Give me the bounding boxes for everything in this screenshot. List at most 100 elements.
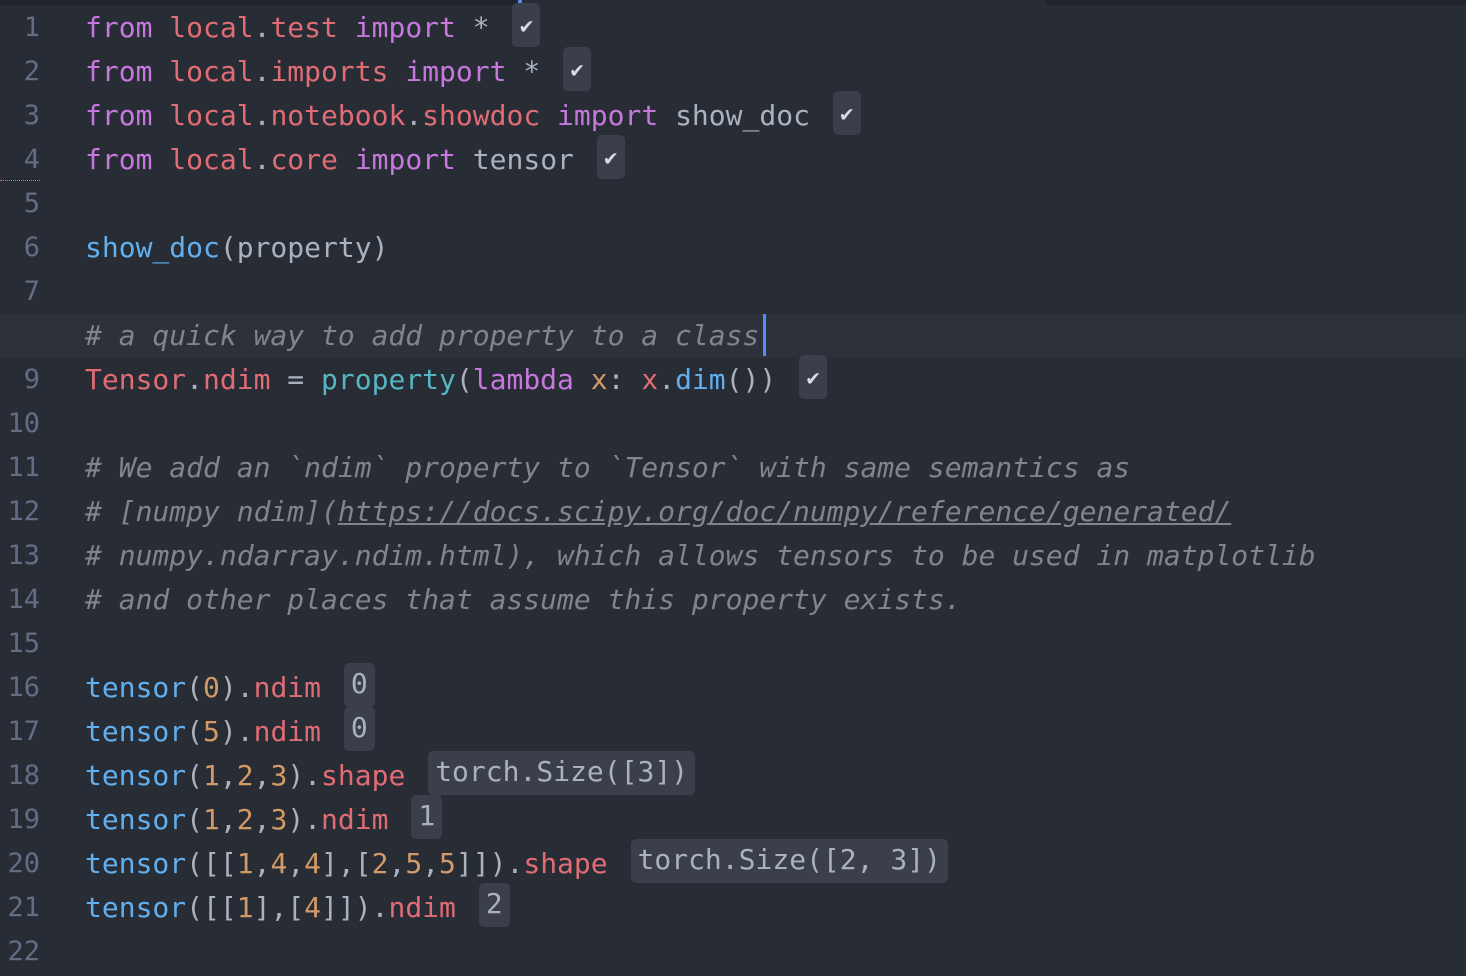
code-line-7[interactable] — [85, 270, 1466, 314]
code-line-22[interactable] — [85, 930, 1466, 974]
paren: ( — [186, 759, 204, 792]
line-number[interactable]: 20 — [0, 842, 62, 886]
line-number[interactable]: 18 — [0, 754, 62, 798]
dot: . — [658, 363, 676, 396]
code-line-3[interactable]: from local.notebook.showdoc import show_… — [85, 91, 1466, 138]
line-number[interactable]: 13 — [0, 534, 62, 578]
comment-link[interactable]: https://docs.scipy.org/doc/numpy/referen… — [338, 495, 1231, 528]
code-line-11[interactable]: # We add an `ndim` property to `Tensor` … — [85, 446, 1466, 490]
line-number[interactable]: 1 — [0, 6, 62, 50]
dot: . — [405, 99, 423, 132]
check-icon: ✔ — [806, 366, 820, 391]
line-number[interactable]: 11 — [0, 446, 62, 490]
line-number[interactable]: 10 — [0, 402, 62, 446]
tab-bar-left — [0, 0, 518, 5]
result-badge[interactable]: 2 — [478, 883, 510, 927]
keyword-lambda: lambda — [472, 363, 574, 396]
keyword-from: from — [85, 55, 153, 88]
code-line-18[interactable]: tensor(1,2,3).shape torch.Size([3]) — [85, 751, 1466, 798]
number: 4 — [304, 847, 322, 880]
result-check-badge[interactable]: ✔ — [799, 355, 828, 399]
code-line-14[interactable]: # and other places that assume this prop… — [85, 578, 1466, 622]
check-icon: ✔ — [840, 102, 854, 127]
keyword-import: import — [354, 143, 456, 176]
attribute: ndim — [388, 891, 456, 924]
line-number[interactable]: 19 — [0, 798, 62, 842]
check-icon: ✔ — [570, 58, 584, 83]
result-check-badge[interactable]: ✔ — [563, 47, 592, 91]
line-number[interactable]: 2 — [0, 50, 62, 94]
code-line-13[interactable]: # numpy.ndarray.ndim.html), which allows… — [85, 534, 1466, 578]
code-line-12[interactable]: # [numpy ndim](https://docs.scipy.org/do… — [85, 490, 1466, 534]
dot: . — [304, 759, 322, 792]
module-name: test — [270, 11, 338, 44]
wildcard: * — [523, 55, 541, 88]
comma: , — [253, 847, 271, 880]
parens: ()) — [725, 363, 777, 396]
comment: # and other places that assume this prop… — [85, 583, 962, 616]
result-check-badge[interactable]: ✔ — [596, 135, 625, 179]
number: 2 — [371, 847, 389, 880]
result-check-badge[interactable]: ✔ — [512, 3, 541, 47]
result-check-badge[interactable]: ✔ — [832, 91, 861, 135]
bracket: ],[ — [253, 891, 305, 924]
code-line-19[interactable]: tensor(1,2,3).ndim 1 — [85, 795, 1466, 842]
class-name: Tensor — [85, 363, 187, 396]
result-badge[interactable]: torch.Size([2, 3]) — [630, 839, 948, 883]
keyword-from: from — [85, 99, 153, 132]
line-number[interactable]: 7 — [0, 270, 62, 314]
tab-bar-right — [1046, 0, 1466, 5]
number: 2 — [236, 759, 254, 792]
builtin-call: property — [321, 363, 456, 396]
code-editor[interactable]: 1 2 3 4 5 6 7 8 9 10 11 12 13 14 15 16 1… — [0, 0, 1466, 976]
line-number[interactable]: 6 — [0, 226, 62, 270]
result-badge[interactable]: torch.Size([3]) — [428, 751, 696, 795]
line-number[interactable]: 5 — [0, 182, 62, 226]
line-number[interactable]: 15 — [0, 622, 62, 666]
line-number[interactable]: 16 — [0, 666, 62, 710]
line-number[interactable]: 3 — [0, 94, 62, 138]
line-number[interactable]: 22 — [0, 930, 62, 974]
code-line-2[interactable]: from local.imports import * ✔ — [85, 47, 1466, 94]
line-number[interactable]: 14 — [0, 578, 62, 622]
comma: , — [388, 847, 406, 880]
assign-operator: = — [270, 363, 322, 396]
code-line-15[interactable] — [85, 622, 1466, 666]
code-line-17[interactable]: tensor(5).ndim 0 — [85, 707, 1466, 754]
attribute: ndim — [253, 671, 322, 704]
paren: ) — [287, 803, 305, 836]
code-line-16[interactable]: tensor(0).ndim 0 — [85, 663, 1466, 710]
comment: # a quick way to add property to a class — [85, 319, 760, 352]
code-line-4[interactable]: from local.core import tensor ✔ — [85, 135, 1466, 182]
code-line-5[interactable] — [85, 182, 1466, 226]
line-number[interactable]: 17 — [0, 710, 62, 754]
parameter: x — [590, 363, 608, 396]
line-number[interactable]: 12 — [0, 490, 62, 534]
comma: , — [287, 847, 305, 880]
code-line-21[interactable]: tensor([[1],[4]]).ndim 2 — [85, 883, 1466, 930]
line-number[interactable]: 21 — [0, 886, 62, 930]
bracket: ],[ — [321, 847, 372, 880]
code-line-9[interactable]: Tensor.ndim = property(lambda x: x.dim()… — [85, 355, 1466, 402]
code-area[interactable]: from local.test import * ✔ from local.im… — [0, 3, 1466, 974]
code-line-20[interactable]: tensor([[1,4,4],[2,5,5]]).shape torch.Si… — [85, 839, 1466, 886]
result-badge[interactable]: 0 — [343, 663, 375, 707]
line-number-gutter[interactable]: 1 2 3 4 5 6 7 8 9 10 11 12 13 14 15 16 1… — [0, 6, 62, 974]
module-name: local — [169, 11, 254, 44]
keyword-import: import — [405, 55, 507, 88]
result-badge[interactable]: 0 — [343, 707, 375, 751]
number: 5 — [439, 847, 456, 880]
code-line-8-current[interactable]: # a quick way to add property to a class — [0, 314, 1466, 358]
paren: ( — [455, 363, 473, 396]
code-line-10[interactable] — [85, 402, 1466, 446]
number: 1 — [236, 847, 254, 880]
line-number[interactable]: 9 — [0, 358, 62, 402]
dot: . — [304, 803, 322, 836]
result-badge[interactable]: 1 — [411, 795, 443, 839]
code-line-1[interactable]: from local.test import * ✔ — [85, 3, 1466, 50]
code-line-6[interactable]: show_doc(property) — [85, 226, 1466, 270]
bracket: ([[ — [186, 847, 237, 880]
number: 4 — [304, 891, 322, 924]
line-number[interactable]: 4 — [0, 138, 62, 182]
function-call: tensor — [85, 715, 187, 748]
